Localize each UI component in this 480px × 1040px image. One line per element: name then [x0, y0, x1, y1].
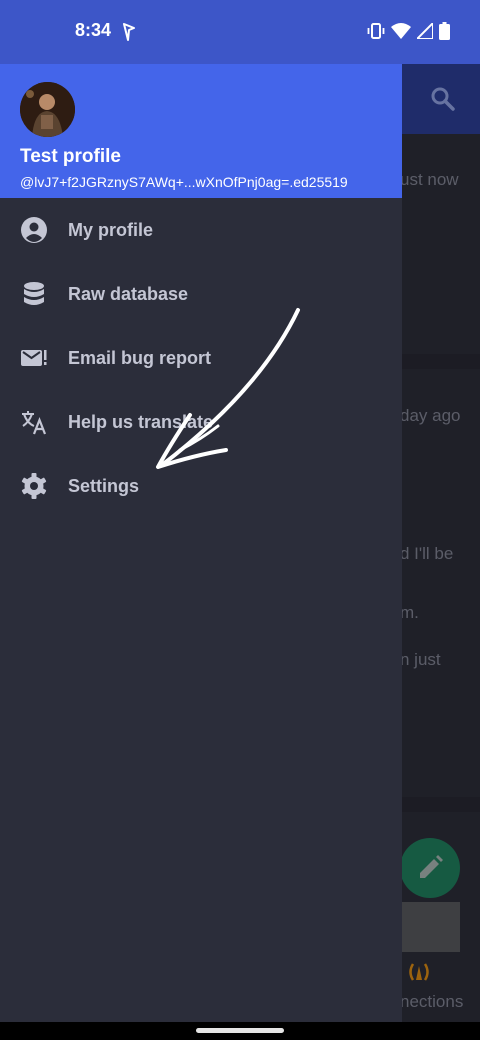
navigation-drawer: Test profile @lvJ7+f2JGRznyS7AWq+...wXnO… [0, 64, 402, 1022]
battery-icon [439, 22, 450, 40]
menu-item-label: Settings [68, 476, 140, 496]
menu-item-label: Raw database [68, 284, 189, 304]
menu-item-label: My profile [68, 220, 154, 240]
email-alert-icon [21, 350, 47, 366]
profile-id: @lvJ7+f2JGRznyS7AWq+...wXnOfPnj0ag=.ed25… [20, 174, 348, 190]
translate-icon [22, 411, 47, 435]
gear-icon [21, 473, 47, 499]
menu-item-email-bug-report[interactable]: Email bug report [0, 326, 402, 390]
menu-item-label: Email bug report [68, 348, 212, 368]
account-circle-icon [21, 217, 47, 243]
home-gesture-handle[interactable] [196, 1028, 284, 1033]
status-time: 8:34 [75, 20, 112, 40]
menu-item-settings[interactable]: Settings [0, 454, 402, 518]
system-icons [367, 22, 450, 40]
status-bar: 8:34 [0, 0, 480, 64]
database-icon [24, 282, 44, 305]
wifi-icon [391, 23, 411, 39]
menu-item-raw-database[interactable]: Raw database [0, 262, 402, 326]
navigation-icon [123, 23, 135, 41]
avatar[interactable] [20, 82, 75, 137]
menu-item-my-profile[interactable]: My profile [0, 198, 402, 262]
profile-name: Test profile [20, 146, 121, 167]
drawer-header[interactable]: Test profile @lvJ7+f2JGRznyS7AWq+...wXnO… [0, 64, 402, 198]
navigation-bar [0, 1022, 480, 1040]
signal-icon [417, 23, 433, 39]
menu-item-label: Help us translate [68, 412, 214, 432]
vibrate-icon [367, 23, 385, 39]
menu-item-help-us-translate[interactable]: Help us translate [0, 390, 402, 454]
